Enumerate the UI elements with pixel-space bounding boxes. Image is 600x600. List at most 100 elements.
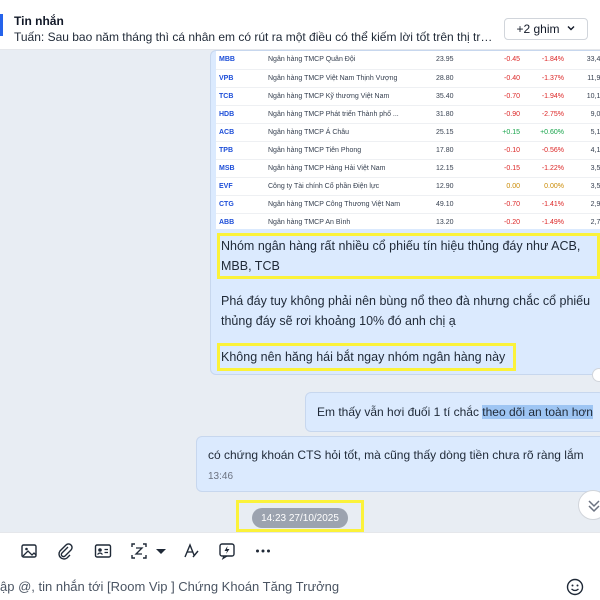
stock-change: -0.10 (482, 141, 522, 160)
message-text: có chứng khoán CTS hỏi tốt, mà cũng thấy… (208, 448, 584, 462)
stock-volume: 9,036,2 (566, 105, 600, 124)
reaction-icon[interactable] (592, 368, 600, 382)
message-bubble-outgoing[interactable]: Em thấy vẫn hơi đuối 1 tí chắc theo dõi … (305, 392, 600, 432)
contact-card-icon[interactable] (94, 542, 112, 560)
stock-change-percent: -2.75% (522, 105, 566, 124)
pinned-preview-text[interactable]: Tuấn: Sau bao năm tháng thì cá nhân em c… (14, 30, 494, 44)
message-composer (0, 568, 600, 600)
stock-change: -0.70 (482, 195, 522, 214)
stock-change: -0.70 (482, 87, 522, 106)
chevron-down-icon (566, 22, 576, 36)
stock-name: Công ty Tài chính Cổ phần Điện lực (266, 177, 434, 196)
attachment-icon[interactable] (56, 542, 74, 560)
stock-price: 13.20 (434, 213, 482, 229)
stock-price: 31.80 (434, 105, 482, 124)
stock-price: 17.80 (434, 141, 482, 160)
image-icon[interactable] (20, 542, 38, 560)
stock-change: -0.40 (482, 69, 522, 88)
pinned-title: Tin nhắn (14, 14, 64, 28)
stock-change: -0.15 (482, 159, 522, 178)
stock-change-percent: -1.41% (522, 195, 566, 214)
stock-code: MSB (216, 159, 266, 178)
table-row: EVF Công ty Tài chính Cổ phần Điện lực 12.… (216, 177, 600, 196)
timestamp-divider: 14:23 27/10/2025 (252, 508, 348, 528)
stock-code: TPB (216, 141, 266, 160)
stock-volume: 33,472,8 (566, 51, 600, 70)
table-row: ACB Ngân hàng TMCP Á Châu 25.15 +0.15 +0.60%… (216, 123, 600, 142)
stock-change: 0.00 (482, 177, 522, 196)
stock-volume: 2,942,7 (566, 195, 600, 214)
double-chevron-down-icon (588, 500, 600, 513)
stock-price: 12.90 (434, 177, 482, 196)
table-row: CTG Ngân hàng TMCP Công Thương Việt Nam 49… (216, 195, 600, 214)
table-row: VPB Ngân hàng TMCP Việt Nam Thịnh Vượng 28… (216, 69, 600, 88)
stock-code: EVF (216, 177, 266, 196)
stock-change-percent: 0.00% (522, 177, 566, 196)
stock-volume: 5,136,3 (566, 123, 600, 142)
stock-change-percent: -1.22% (522, 159, 566, 178)
stock-volume: 3,549,3 (566, 177, 600, 196)
message-bubble-stock-analysis[interactable]: MBB Ngân hàng TMCP Quân Đội 23.95 -0.45 -1.8… (210, 50, 600, 375)
selected-text: theo dõi an toàn hơn (482, 405, 593, 419)
stock-change: -0.20 (482, 213, 522, 229)
text-format-icon[interactable] (182, 542, 200, 560)
message-time: 13:46 (208, 471, 234, 482)
stock-change-percent: -1.84% (522, 51, 566, 70)
message-paragraph: Phá đáy tuy không phải nên bùng nổ theo … (221, 294, 591, 328)
stock-volume: 2,765,0 (566, 213, 600, 229)
stock-code: VPB (216, 69, 266, 88)
stock-price: 28.80 (434, 69, 482, 88)
stock-price: 49.10 (434, 195, 482, 214)
stock-code: ABB (216, 213, 266, 229)
stock-name: Ngân hàng TMCP Việt Nam Thịnh Vượng (266, 69, 434, 88)
more-icon[interactable] (254, 542, 272, 560)
emoji-icon[interactable] (566, 578, 584, 596)
stock-name: Ngân hàng TMCP Công Thương Việt Nam (266, 195, 434, 214)
pinned-message-bar[interactable]: Tin nhắn Tuấn: Sau bao năm tháng thì cá … (0, 0, 600, 50)
stock-code: MBB (216, 51, 266, 70)
stock-price: 25.15 (434, 123, 482, 142)
stock-change: +0.15 (482, 123, 522, 142)
message-bubble-incoming[interactable]: có chứng khoán CTS hỏi tốt, mà cũng thấy… (196, 436, 600, 492)
message-text-plain: Em thấy vẫn hơi đuối 1 tí chắc (317, 405, 483, 419)
pinned-count-button[interactable]: +2 ghim (504, 18, 588, 40)
composer-toolbar (0, 532, 600, 568)
table-row: MBB Ngân hàng TMCP Quân Đội 23.95 -0.45 -1.8… (216, 51, 600, 70)
stock-volume: 4,138,8 (566, 141, 600, 160)
stock-price: 35.40 (434, 87, 482, 106)
quick-message-icon[interactable] (218, 542, 236, 560)
stock-table-image[interactable]: MBB Ngân hàng TMCP Quân Đội 23.95 -0.45 -1.8… (216, 51, 600, 229)
stock-change-percent: -1.49% (522, 213, 566, 229)
stock-change-percent: -1.37% (522, 69, 566, 88)
screenshot-icon[interactable] (130, 542, 148, 560)
stock-name: Ngân hàng TMCP Tiên Phong (266, 141, 434, 160)
stock-name: Ngân hàng TMCP An Bình (266, 213, 434, 229)
stock-change-percent: +0.60% (522, 123, 566, 142)
stock-change: -0.90 (482, 105, 522, 124)
chevron-down-icon[interactable] (152, 542, 170, 560)
stock-code: HDB (216, 105, 266, 124)
stock-volume: 3,563,9 (566, 159, 600, 178)
message-text: Em thấy vẫn hơi đuối 1 tí chắc theo dõi … (317, 405, 593, 419)
table-row: MSB Ngân hàng TMCP Hàng Hải Việt Nam 12.15… (216, 159, 600, 178)
stock-name: Ngân hàng TMCP Hàng Hải Việt Nam (266, 159, 434, 178)
stock-change: -0.45 (482, 51, 522, 70)
scroll-down-button[interactable] (578, 490, 600, 520)
message-paragraph: Không nên hăng hái bắt ngay nhóm ngân hà… (221, 350, 506, 364)
chat-message-area[interactable]: MBB Ngân hàng TMCP Quân Đội 23.95 -0.45 -1.8… (0, 50, 600, 532)
stock-name: Ngân hàng TMCP Á Châu (266, 123, 434, 142)
stock-code: ACB (216, 123, 266, 142)
table-row: ABB Ngân hàng TMCP An Bình 13.20 -0.20 -1.49… (216, 213, 600, 229)
stock-name: Ngân hàng TMCP Quân Đội (266, 51, 434, 70)
table-row: TPB Ngân hàng TMCP Tiên Phong 17.80 -0.10 -0… (216, 141, 600, 160)
stock-change-percent: -0.56% (522, 141, 566, 160)
pin-accent-bar (0, 14, 10, 36)
stock-code: TCB (216, 87, 266, 106)
pinned-count-label: +2 ghim (516, 22, 560, 36)
stock-code: CTG (216, 195, 266, 214)
stock-name: Ngân hàng TMCP Kỹ thương Việt Nam (266, 87, 434, 106)
stock-change-percent: -1.94% (522, 87, 566, 106)
message-input[interactable] (0, 576, 550, 596)
stock-price: 23.95 (434, 51, 482, 70)
stock-table: MBB Ngân hàng TMCP Quân Đội 23.95 -0.45 -1.8… (216, 51, 600, 229)
